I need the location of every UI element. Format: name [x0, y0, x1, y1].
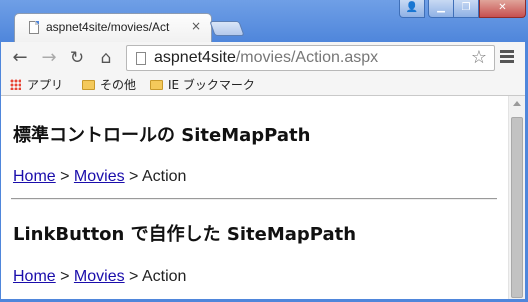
browser-window: aspnet4site/movies/Act × 👤 ▁ ❐ ✕ ← → ↻ ⌂…: [0, 0, 528, 302]
vertical-scrollbar[interactable]: [508, 96, 525, 302]
bookmark-star-icon[interactable]: ☆: [471, 47, 487, 68]
toolbar: ← → ↻ ⌂ aspnet4site/movies/Action.aspx ☆: [0, 42, 528, 74]
breadcrumb-current: Action: [141, 168, 187, 185]
new-tab-button[interactable]: [209, 21, 245, 36]
section-heading-standard: 標準コントロールの SiteMapPath: [13, 125, 311, 146]
bookmark-other-folder[interactable]: その他: [82, 76, 136, 93]
minimize-button[interactable]: ▁: [428, 0, 454, 18]
home-button[interactable]: ⌂: [95, 47, 117, 69]
page-icon: [29, 21, 39, 34]
address-bar[interactable]: aspnet4site/movies/Action.aspx ☆: [126, 45, 495, 71]
breadcrumb-separator: >: [124, 268, 142, 285]
forward-button[interactable]: →: [38, 47, 60, 69]
url-host: aspnet4site: [154, 49, 236, 66]
breadcrumb: Home > Movies > Action: [13, 168, 186, 186]
back-button[interactable]: ←: [9, 47, 31, 69]
page-content: 標準コントロールの SiteMapPath Home > Movies > Ac…: [0, 96, 508, 302]
folder-icon: [82, 80, 95, 90]
breadcrumb-movies-link[interactable]: Movies: [74, 168, 125, 185]
page-icon: [136, 52, 146, 65]
window-border: [0, 42, 1, 302]
breadcrumb: Home > Movies > Action: [13, 268, 186, 286]
breadcrumb-home-link[interactable]: Home: [13, 168, 56, 185]
bookmarks-bar: アプリ その他 IE ブックマーク: [0, 74, 528, 96]
bookmark-apps-label: アプリ: [27, 78, 64, 92]
menu-icon[interactable]: [500, 50, 514, 65]
window-close-button[interactable]: ✕: [479, 0, 526, 18]
bookmark-ie-label: IE ブックマーク: [168, 78, 255, 92]
breadcrumb-movies-link[interactable]: Movies: [74, 268, 125, 285]
breadcrumb-home-link[interactable]: Home: [13, 268, 56, 285]
tab-strip: aspnet4site/movies/Act × 👤 ▁ ❐ ✕: [0, 0, 528, 42]
bookmark-apps[interactable]: アプリ: [10, 76, 63, 93]
breadcrumb-separator: >: [124, 168, 142, 185]
tab-title: aspnet4site/movies/Act: [46, 20, 170, 34]
breadcrumb-separator: >: [55, 168, 74, 185]
folder-icon: [150, 80, 163, 90]
bookmark-ie-folder[interactable]: IE ブックマーク: [150, 76, 255, 93]
apps-grid-icon: [10, 79, 21, 90]
url-path: /movies/Action.aspx: [235, 49, 379, 66]
maximize-button[interactable]: ❐: [453, 0, 479, 18]
scroll-thumb[interactable]: [511, 117, 523, 298]
bookmark-other-label: その他: [100, 78, 137, 92]
user-icon[interactable]: 👤: [399, 0, 425, 18]
section-heading-linkbutton: LinkButton で自作した SiteMapPath: [13, 224, 357, 245]
url-text[interactable]: aspnet4site/movies/Action.aspx: [154, 49, 378, 67]
breadcrumb-current: Action: [141, 268, 187, 285]
reload-button[interactable]: ↻: [66, 47, 88, 69]
breadcrumb-separator: >: [55, 268, 74, 285]
close-icon[interactable]: ×: [191, 19, 201, 33]
divider: [11, 198, 497, 200]
tab-active[interactable]: aspnet4site/movies/Act ×: [14, 13, 212, 42]
scroll-up-arrow-icon[interactable]: [513, 101, 521, 106]
